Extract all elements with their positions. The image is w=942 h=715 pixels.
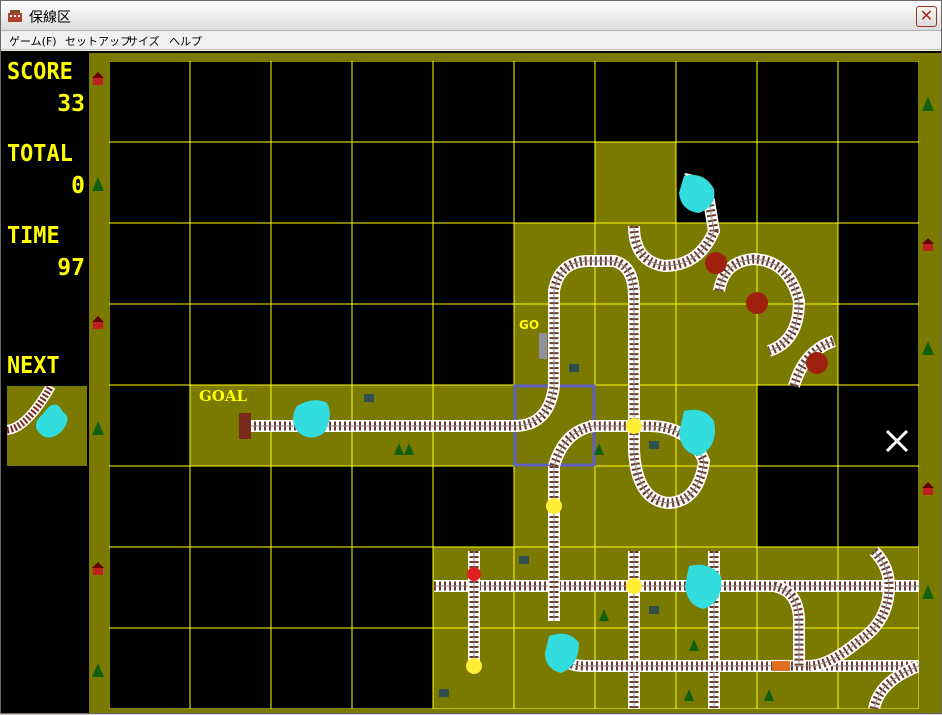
- pond: [293, 400, 330, 438]
- train-icon: [772, 661, 790, 671]
- board-cell[interactable]: [837, 141, 919, 224]
- explosion-icon: [746, 292, 768, 314]
- board-cell[interactable]: [270, 546, 353, 629]
- window-title: 保線区: [29, 10, 71, 26]
- explosion-icon: [806, 352, 828, 374]
- house-icon: [569, 364, 579, 372]
- board-cell[interactable]: [756, 465, 839, 548]
- board-cell[interactable]: [109, 384, 191, 467]
- board-cell[interactable]: [189, 465, 272, 548]
- board-cell[interactable]: [270, 303, 353, 386]
- score-label: SCORE: [7, 59, 73, 85]
- board-cell[interactable]: [756, 141, 839, 224]
- right-border: [919, 53, 941, 711]
- signal-icon: [626, 418, 642, 434]
- board-cell[interactable]: [756, 384, 839, 467]
- menu-bar: ゲーム(F) セットアップ サイズ ヘルプ: [1, 31, 941, 50]
- total-value: 0: [71, 173, 85, 199]
- board-cell[interactable]: [513, 141, 596, 224]
- board-cell[interactable]: [270, 627, 353, 709]
- goal-label: GOAL: [199, 387, 248, 405]
- board-cell[interactable]: [189, 61, 272, 143]
- board-cell[interactable]: [351, 627, 434, 709]
- title-bar[interactable]: 保線区 ✕: [1, 1, 941, 31]
- board-cell[interactable]: [513, 61, 596, 143]
- board-cell[interactable]: [109, 61, 191, 143]
- board-cell[interactable]: [189, 627, 272, 709]
- signal-icon: [467, 567, 481, 581]
- house-icon: [649, 441, 659, 449]
- next-piece[interactable]: [7, 386, 87, 466]
- board-cell[interactable]: [109, 303, 191, 386]
- board-cell[interactable]: [432, 141, 515, 224]
- game-board[interactable]: GOAL GO: [109, 61, 919, 709]
- board-cell[interactable]: [270, 465, 353, 548]
- board-cell[interactable]: [432, 465, 515, 548]
- board-cell[interactable]: [675, 303, 758, 386]
- board-grid[interactable]: GOAL GO: [109, 61, 919, 709]
- menu-help[interactable]: ヘルプ: [169, 33, 202, 49]
- menu-size[interactable]: サイズ: [127, 33, 160, 49]
- board-cell[interactable]: [594, 141, 677, 224]
- time-value: 97: [57, 255, 85, 281]
- board-cell[interactable]: [675, 465, 758, 548]
- score-value: 33: [57, 91, 85, 117]
- train-icon: [539, 333, 547, 359]
- app-icon: [8, 10, 22, 22]
- time-label: TIME: [7, 223, 60, 249]
- next-label: NEXT: [7, 353, 60, 379]
- explosion-icon: [705, 252, 727, 274]
- board-cell[interactable]: [189, 546, 272, 629]
- board-cell[interactable]: [351, 465, 434, 548]
- board-cell[interactable]: [189, 222, 272, 305]
- close-icon: ✕: [919, 6, 934, 25]
- board-cell[interactable]: [109, 546, 191, 629]
- signal-icon: [626, 578, 642, 594]
- board-cell[interactable]: [351, 546, 434, 629]
- board-cell[interactable]: [756, 61, 839, 143]
- total-label: TOTAL: [7, 141, 73, 167]
- board-cell[interactable]: [270, 61, 353, 143]
- top-border: [89, 53, 941, 61]
- board-cell[interactable]: [837, 61, 919, 143]
- signal-icon: [466, 658, 482, 674]
- board-cell[interactable]: [351, 222, 434, 305]
- board-cell[interactable]: [109, 141, 191, 224]
- status-panel: SCORE 33 TOTAL 0 TIME 97 NEXT: [5, 53, 89, 711]
- board-cell[interactable]: [432, 222, 515, 305]
- board-cell[interactable]: [351, 303, 434, 386]
- board-cell[interactable]: [189, 141, 272, 224]
- board-cell[interactable]: [675, 61, 758, 143]
- house-icon: [649, 606, 659, 614]
- board-cell[interactable]: [270, 141, 353, 224]
- signal-icon: [546, 498, 562, 514]
- board-cell[interactable]: [109, 627, 191, 709]
- board-cell[interactable]: [594, 61, 677, 143]
- board-cell[interactable]: [837, 222, 919, 305]
- board-cell[interactable]: [351, 61, 434, 143]
- board-cell[interactable]: [351, 141, 434, 224]
- house-icon: [364, 394, 374, 402]
- board-cell[interactable]: [109, 465, 191, 548]
- left-border: [89, 53, 109, 711]
- board-cell[interactable]: [837, 303, 919, 386]
- board-cell[interactable]: [837, 384, 919, 467]
- close-button[interactable]: ✕: [916, 6, 937, 27]
- board-cell[interactable]: [432, 61, 515, 143]
- game-window: 保線区 ✕ ゲーム(F) セットアップ サイズ ヘルプ SCORE 33 TOT…: [0, 0, 942, 714]
- board-cell[interactable]: [109, 222, 191, 305]
- go-label: GO: [519, 318, 539, 332]
- board-cell[interactable]: [837, 465, 919, 548]
- goal-bumper: [239, 413, 251, 439]
- board-cell[interactable]: [270, 222, 353, 305]
- house-icon: [519, 556, 529, 564]
- board-cell[interactable]: [432, 303, 515, 386]
- menu-setup[interactable]: セットアップ: [65, 33, 131, 49]
- board-cell[interactable]: [189, 303, 272, 386]
- menu-game[interactable]: ゲーム(F): [9, 33, 57, 49]
- house-icon: [439, 689, 449, 697]
